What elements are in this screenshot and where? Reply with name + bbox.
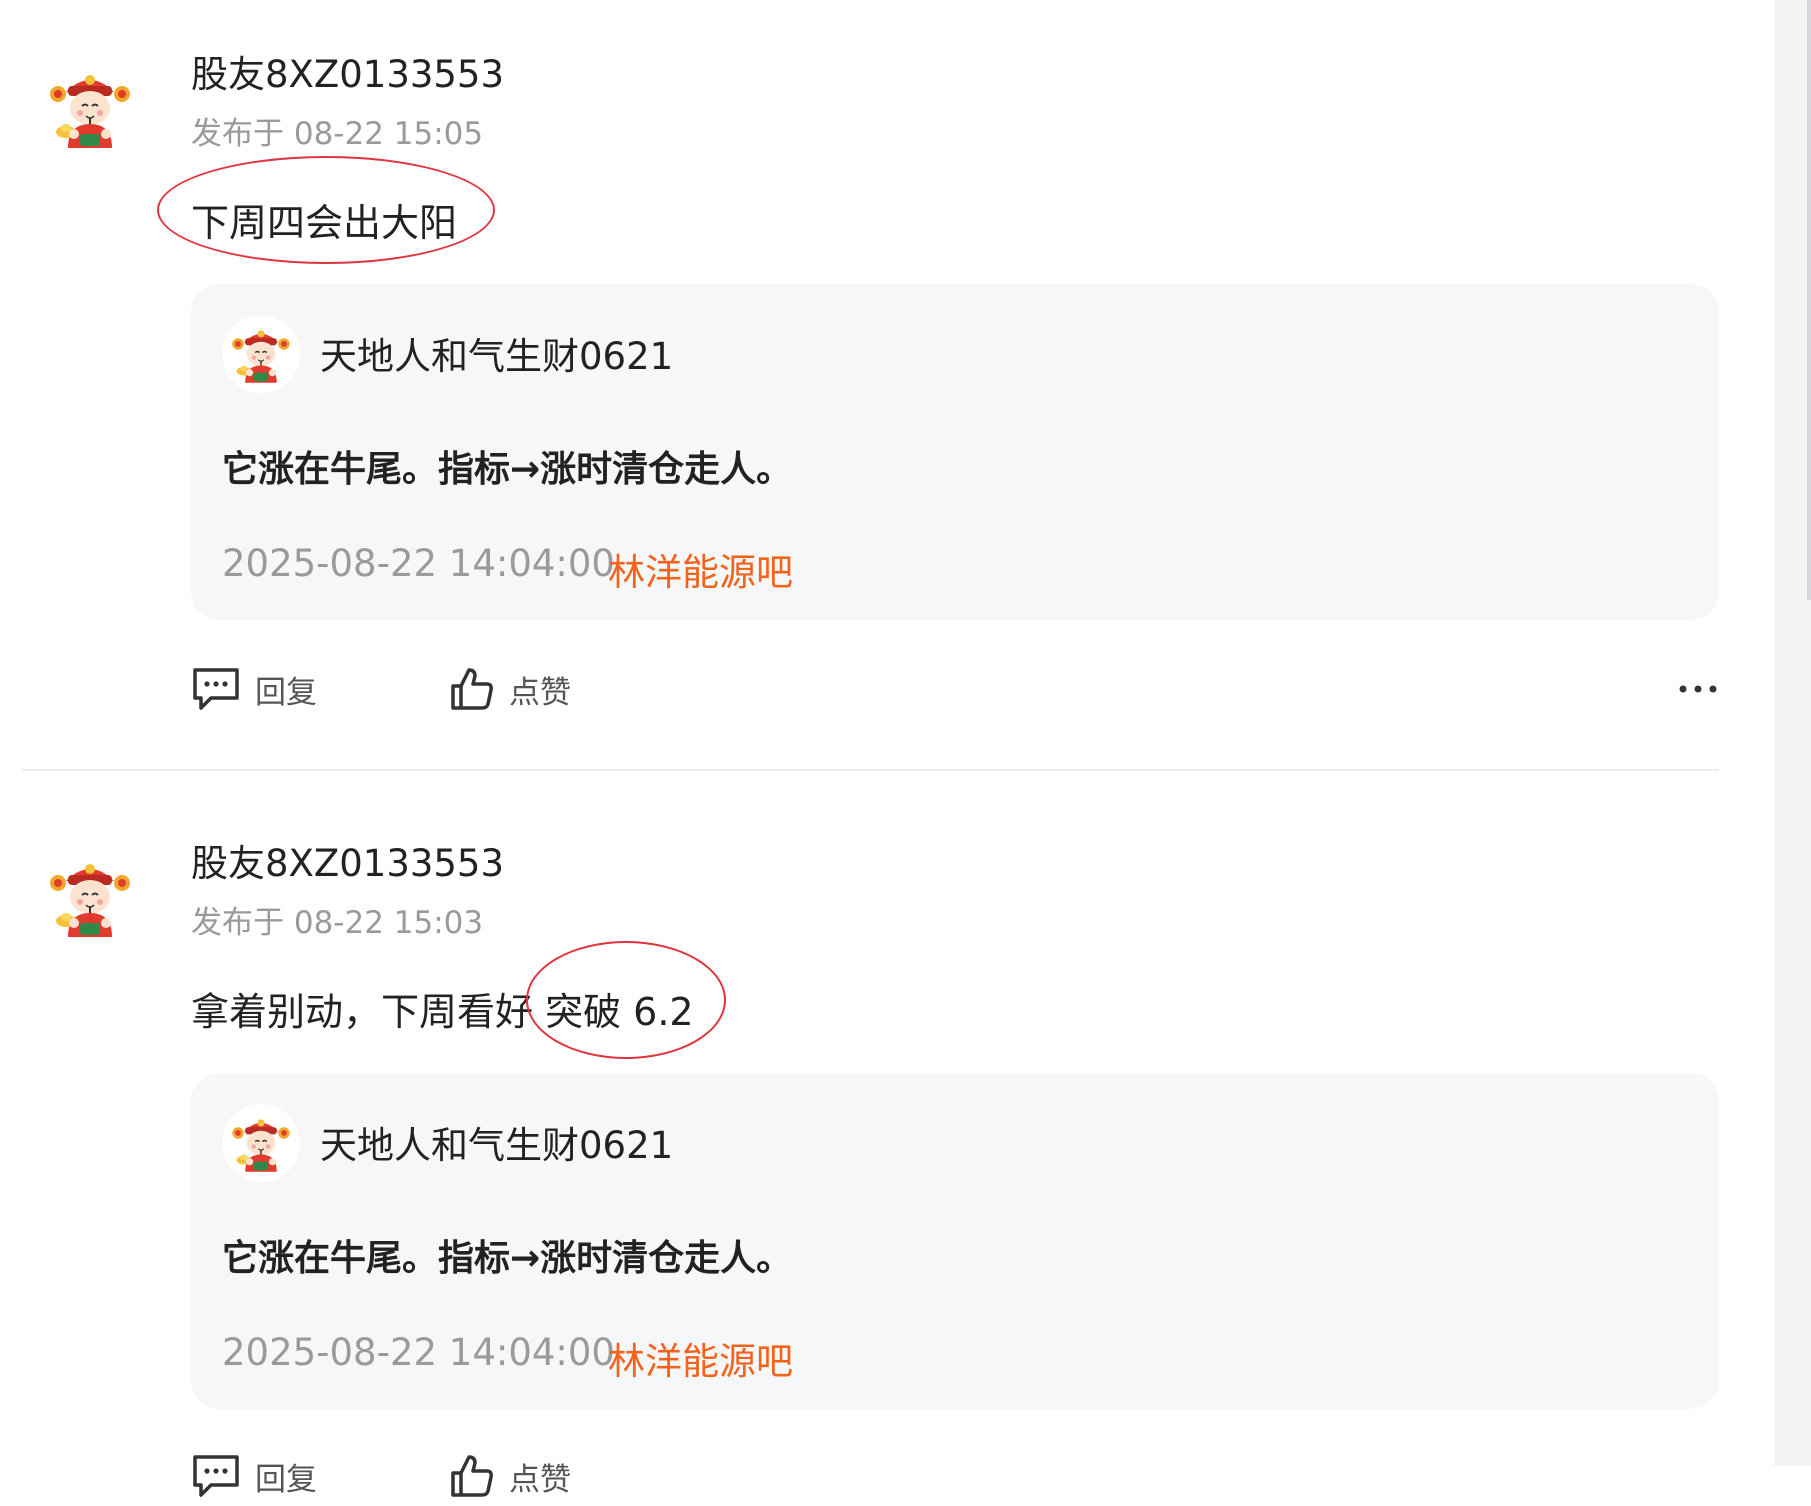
forum-link[interactable]: 林洋能源吧 [608,1331,793,1385]
username[interactable]: 股友8XZ0133553 [191,833,504,887]
reply-button[interactable]: 回复 [191,659,317,719]
post-actions: 回复 点赞 [191,659,1719,719]
comment-icon [193,668,239,710]
quoted-username[interactable]: 天地人和气生财0621 [320,1115,673,1169]
like-button[interactable]: 点赞 [449,659,571,719]
quoted-post-card[interactable]: 天地人和气生财0621 它涨在牛尾。指标→涨时清仓走人。 2025-08-22 … [191,1073,1719,1409]
comment-icon [193,1455,239,1497]
scrollbar-thumb[interactable] [1807,0,1811,600]
quoted-username[interactable]: 天地人和气生财0621 [320,326,673,380]
quoted-text: 它涨在牛尾。指标→涨时清仓走人。 [222,1238,793,1279]
like-label: 点赞 [509,1461,571,1498]
reply-label: 回复 [255,674,317,711]
post-time: 发布于 08-22 15:03 [191,905,484,941]
reply-button[interactable]: 回复 [191,1446,317,1506]
post-actions: 回复 点赞 [191,1446,1719,1506]
comment-feed: 股友8XZ0133553 发布于 08-22 15:05 下周四会出大阳 天地人… [0,0,1774,1498]
divider [22,769,1719,771]
caishen-avatar-icon [231,1118,291,1173]
quoted-text: 它涨在牛尾。指标→涨时清仓走人。 [222,449,793,490]
annotation-circle [526,941,726,1059]
like-button[interactable]: 点赞 [449,1446,571,1506]
caishen-avatar-icon [231,329,291,384]
forum-link[interactable]: 林洋能源吧 [608,542,793,596]
thumbs-up-icon [451,668,493,710]
post-time: 发布于 08-22 15:05 [191,116,484,152]
username[interactable]: 股友8XZ0133553 [191,44,504,98]
quoted-date: 2025-08-22 14:04:00 [222,1331,615,1374]
quoted-date: 2025-08-22 14:04:00 [222,542,615,585]
quoted-avatar[interactable] [222,315,300,393]
like-label: 点赞 [509,674,571,711]
quoted-avatar[interactable] [222,1104,300,1182]
reply-label: 回复 [255,1461,317,1498]
scrollbar-track[interactable] [1774,0,1811,1466]
avatar[interactable] [44,62,136,154]
thumbs-up-icon [451,1455,493,1497]
quoted-post-card[interactable]: 天地人和气生财0621 它涨在牛尾。指标→涨时清仓走人。 2025-08-22 … [191,284,1719,620]
annotation-circle [157,156,495,264]
avatar[interactable] [44,851,136,943]
more-dots-icon[interactable] [1677,669,1719,709]
